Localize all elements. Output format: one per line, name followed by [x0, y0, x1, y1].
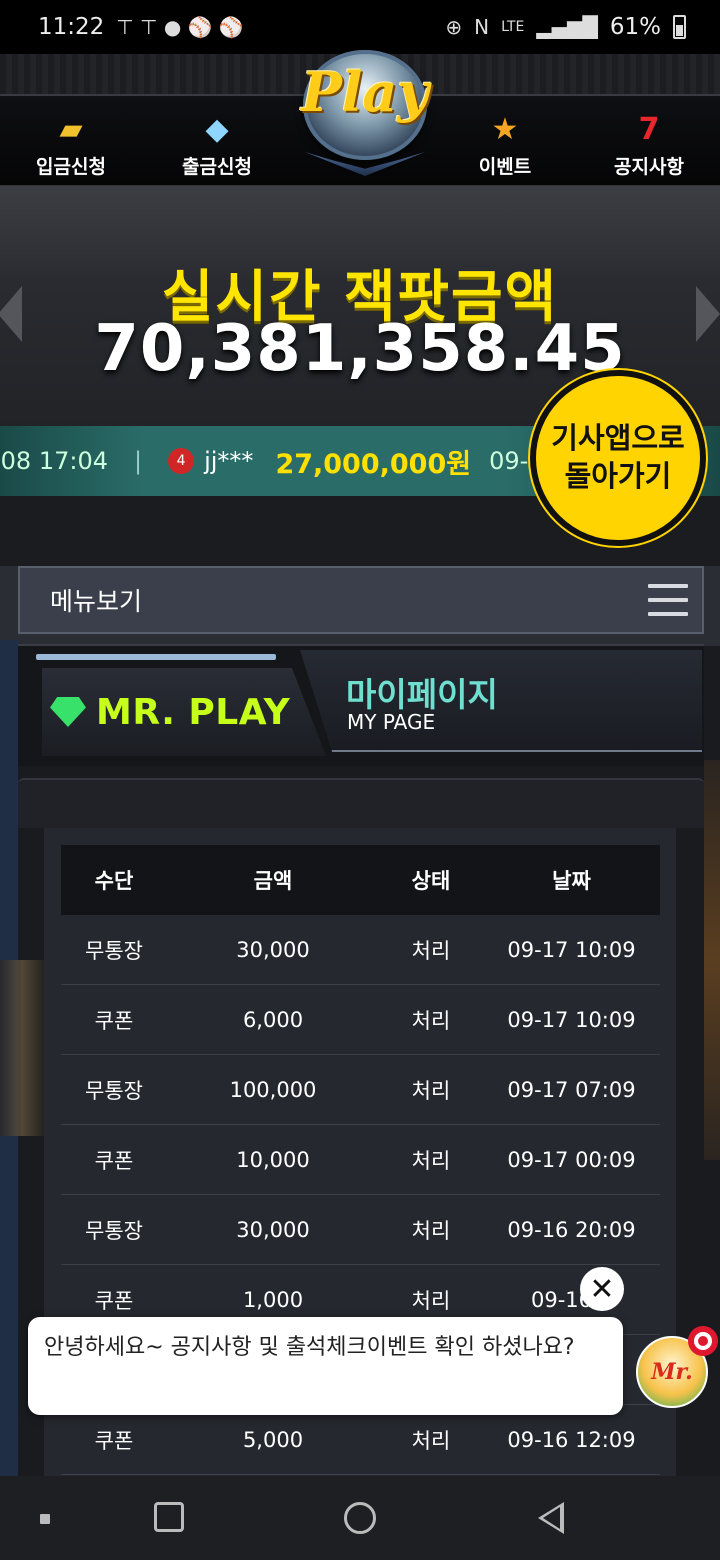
- nfc-icon: N: [474, 15, 490, 39]
- header-amount: 금액: [253, 869, 293, 893]
- hamburger-icon[interactable]: [648, 584, 688, 616]
- table-row: 무통장 30,000 처리 09-16 20:09: [61, 1195, 660, 1265]
- clock: 11:22: [38, 14, 105, 40]
- table-row: 무통장 100,000 처리 09-17 07:09: [61, 1055, 660, 1125]
- side-decoration-right: [704, 760, 720, 1160]
- logo-text: Play: [301, 60, 429, 124]
- table-row: 쿠폰 5,000 처리 09-16 12:09: [61, 1405, 660, 1475]
- cell-amount: 6,000: [242, 1007, 304, 1032]
- site-logo[interactable]: Play: [285, 50, 445, 176]
- chat-message-text: 안녕하세요~ 공지사항 및 출석체크이벤트 확인 하셨나요?: [44, 1335, 575, 1360]
- cell-method: 쿠폰: [94, 1148, 134, 1173]
- chat-message-bubble[interactable]: 안녕하세요~ 공지사항 및 출석체크이벤트 확인 하셨나요?: [28, 1317, 623, 1415]
- cell-status: 처리: [411, 1288, 451, 1313]
- status-bar: 11:22 ⊤ ⊤ ● ⚾ ⚾ ⊕ N LTE ▂▄▆█ 61%: [0, 0, 720, 54]
- ticker-date: -08 17:04: [0, 447, 108, 475]
- lte-icon: LTE: [501, 19, 525, 35]
- cell-status: 처리: [411, 1218, 451, 1243]
- cell-method: 무통장: [85, 938, 143, 963]
- gold-bar-icon: ▰: [59, 112, 83, 147]
- table-header: 수단 금액 상태 날짜: [61, 845, 660, 915]
- chat-close-button[interactable]: ✕: [580, 1267, 624, 1311]
- nav-withdraw-label: 출금신청: [182, 156, 252, 178]
- cell-method: 무통장: [85, 1218, 143, 1243]
- rank-badge: 4: [168, 448, 195, 474]
- brand-name: MR. PLAY: [96, 691, 291, 733]
- gem-icon: [50, 697, 86, 727]
- page-title: 마이페이지: [346, 675, 498, 714]
- cell-amount: 5,000: [242, 1427, 304, 1452]
- nav-deposit[interactable]: ▰ 입금신청: [6, 110, 136, 179]
- cell-status: 처리: [411, 938, 451, 963]
- header-method: 수단: [94, 869, 134, 893]
- ticker-separator: |: [134, 447, 143, 475]
- cell-date: 09-16 12:09: [507, 1427, 636, 1452]
- nav-event-label: 이벤트: [478, 156, 532, 178]
- section-bar: [18, 778, 704, 828]
- diamond-icon: ◆: [205, 112, 229, 147]
- cell-method: 쿠폰: [94, 1288, 134, 1313]
- ticker-user: jj***: [204, 447, 254, 475]
- lucky-seven-icon: 7: [638, 112, 660, 147]
- cell-amount: 100,000: [229, 1077, 317, 1102]
- cell-date: 09-17 10:09: [507, 937, 636, 962]
- system-nav-bar: [0, 1476, 720, 1560]
- cell-method: 쿠폰: [94, 1428, 134, 1453]
- cell-date: 09-17 10:09: [507, 1007, 636, 1032]
- mypage-stripe: [36, 654, 276, 660]
- header-date: 날짜: [552, 869, 591, 893]
- back-to-app-button[interactable]: 기사앱으로 돌아가기: [530, 370, 706, 546]
- nav-notice[interactable]: 7 공지사항: [584, 110, 714, 179]
- cell-amount: 10,000: [236, 1147, 310, 1172]
- cell-status: 처리: [411, 1148, 451, 1173]
- nav-dot-icon[interactable]: [40, 1514, 50, 1524]
- cell-date: 09-16 20:09: [507, 1217, 636, 1242]
- cell-status: 처리: [411, 1428, 451, 1453]
- cell-method: 쿠폰: [94, 1008, 134, 1033]
- table-row: 쿠폰 6,000 처리 09-17 10:09: [61, 985, 660, 1055]
- cell-amount: 30,000: [236, 1217, 310, 1242]
- nav-event[interactable]: ★ 이벤트: [440, 110, 570, 179]
- cell-date: 09-17 07:09: [507, 1077, 636, 1102]
- back-button-line1: 기사앱으로: [551, 421, 685, 456]
- nav-deposit-label: 입금신청: [36, 156, 106, 178]
- background-figure: [0, 960, 44, 1136]
- back-button-line2: 돌아가기: [564, 459, 672, 493]
- table-row: 쿠폰 10,000 처리 09-17 00:09: [61, 1125, 660, 1195]
- cell-date: 09-16 1: [530, 1287, 613, 1312]
- notification-icons: ⊤ ⊤ ● ⚾ ⚾: [116, 15, 244, 39]
- page-subtitle: MY PAGE: [347, 710, 436, 734]
- star-icon: ★: [491, 112, 519, 147]
- menu-label: 메뉴보기: [50, 587, 143, 616]
- cell-date: 09-17 00:09: [507, 1147, 636, 1172]
- cell-method: 무통장: [85, 1078, 143, 1103]
- cell-status: 처리: [411, 1078, 451, 1103]
- header-status: 상태: [411, 869, 451, 893]
- nav-withdraw[interactable]: ◆ 출금신청: [152, 110, 282, 179]
- menu-bar[interactable]: 메뉴보기: [18, 566, 704, 634]
- cell-amount: 30,000: [236, 937, 310, 962]
- avatar-text: Mr.: [651, 1359, 693, 1385]
- table-row: 무통장 30,000 처리 09-17 10:09: [61, 915, 660, 985]
- battery-percent: 61%: [609, 14, 661, 40]
- chat-notification-dot: [688, 1326, 718, 1356]
- battery-icon: [673, 15, 686, 39]
- home-icon[interactable]: [344, 1502, 376, 1534]
- nav-notice-label: 공지사항: [614, 156, 684, 178]
- brand-panel: MR. PLAY: [42, 668, 326, 756]
- signal-icon: ▂▄▆█: [536, 15, 598, 39]
- cell-status: 처리: [411, 1008, 451, 1033]
- back-icon[interactable]: [538, 1502, 564, 1534]
- data-saver-icon: ⊕: [445, 15, 463, 39]
- recent-apps-icon[interactable]: [154, 1502, 184, 1532]
- cell-amount: 1,000: [242, 1287, 304, 1312]
- ticker-amount: 27,000,000원: [275, 448, 472, 480]
